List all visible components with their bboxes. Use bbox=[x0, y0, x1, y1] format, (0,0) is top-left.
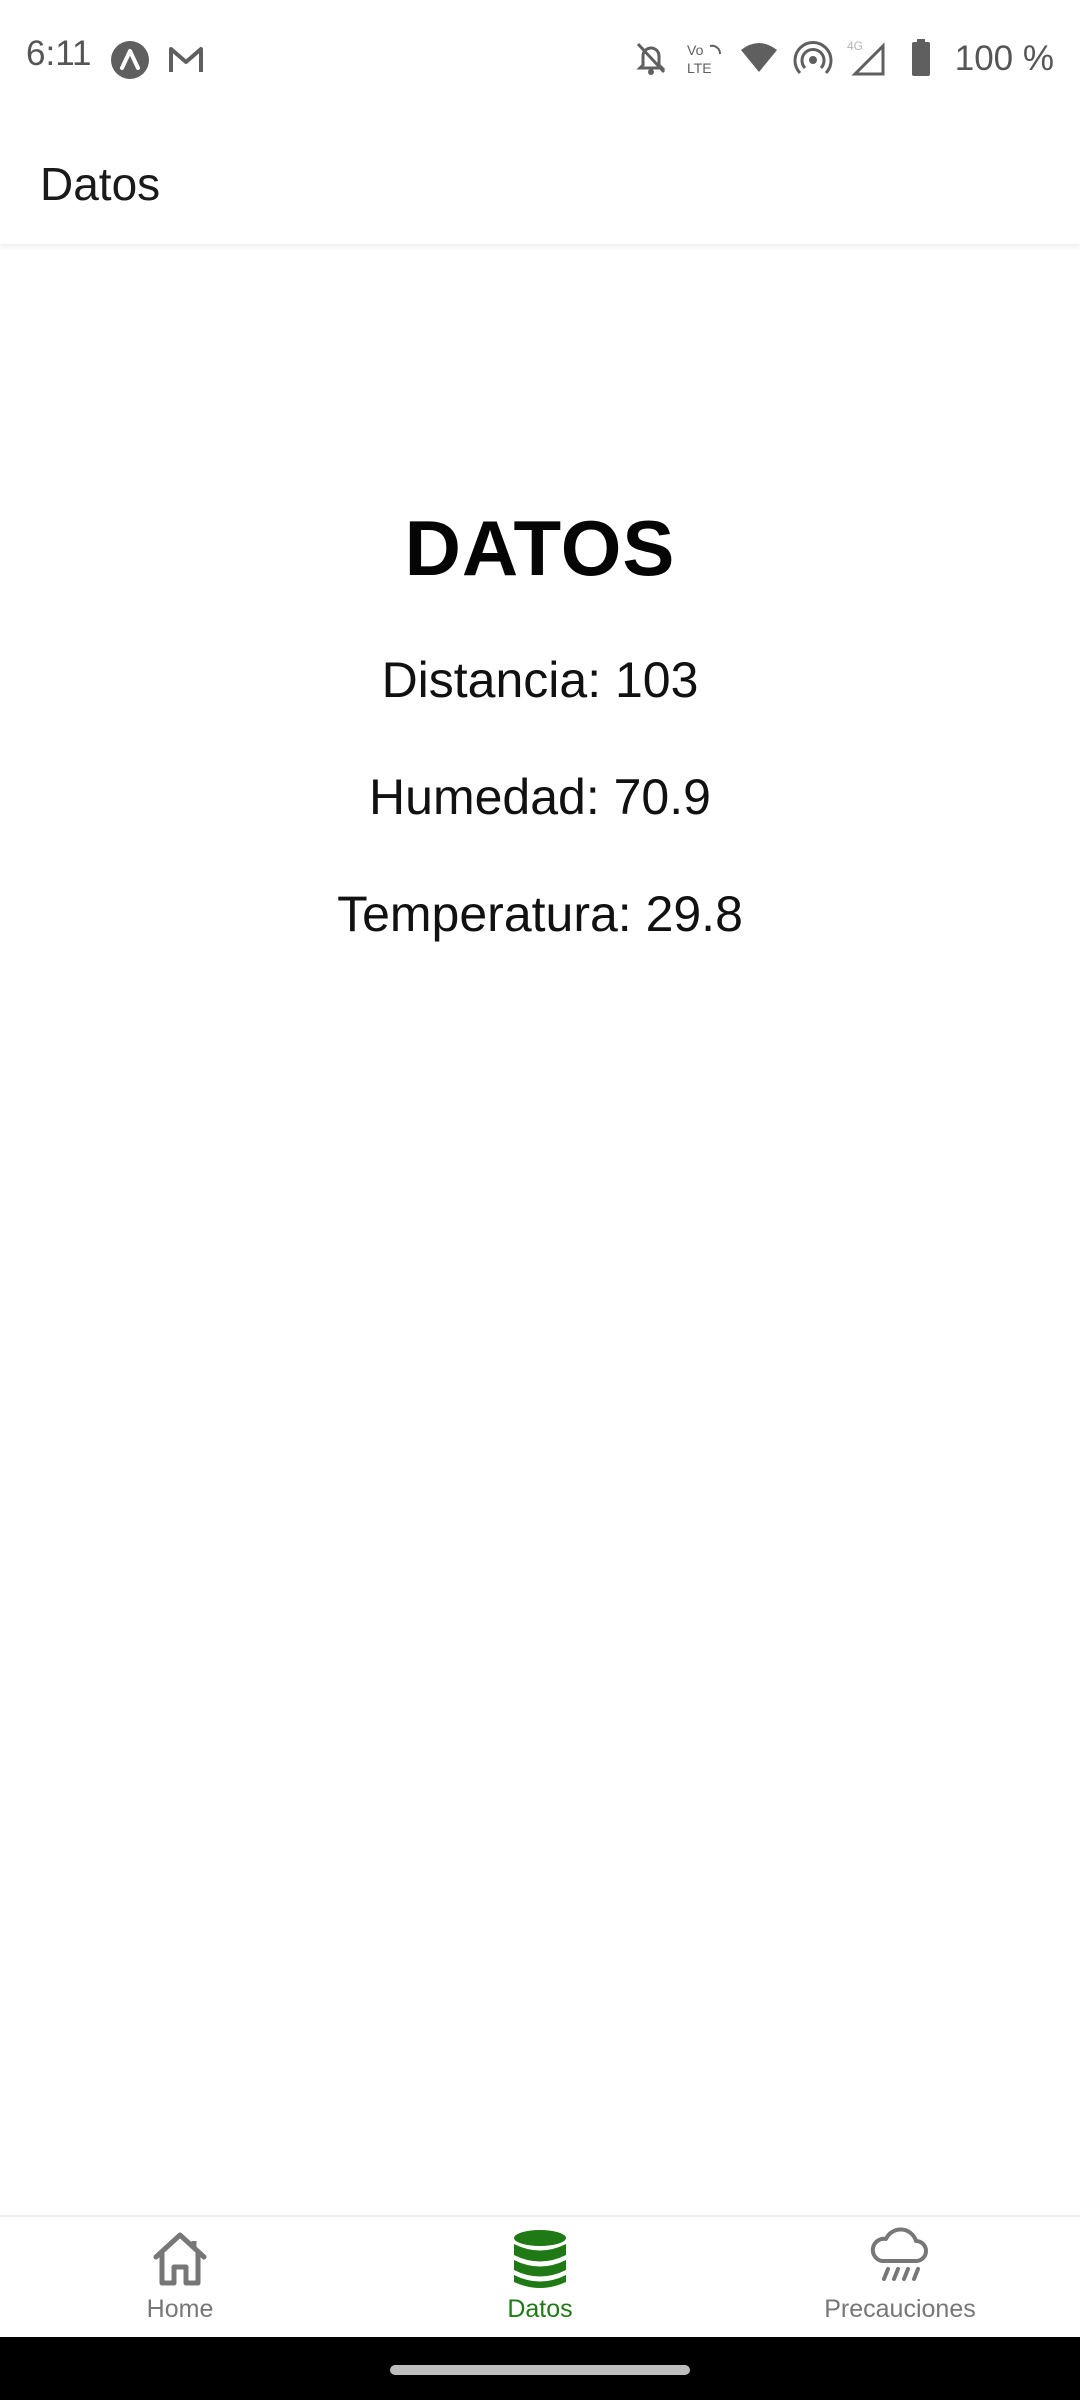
tab-home[interactable]: Home bbox=[0, 2217, 360, 2339]
android-app-icon bbox=[111, 41, 149, 79]
hotspot-icon bbox=[793, 41, 833, 75]
status-time: 6:11 bbox=[26, 34, 92, 73]
home-icon bbox=[153, 2232, 207, 2286]
bell-off-icon bbox=[636, 42, 666, 75]
battery-percent: 100 % bbox=[954, 38, 1054, 78]
humidity-reading: Humedad: 70.9 bbox=[369, 769, 711, 825]
gmail-icon bbox=[169, 47, 203, 72]
tab-precauciones-label: Precauciones bbox=[824, 2295, 976, 2323]
wifi-icon bbox=[740, 43, 777, 72]
header-title: Datos bbox=[40, 158, 161, 210]
data-title: DATOS bbox=[404, 504, 676, 592]
status-bar: 6:11 Vo LTE 4G 100 % bbox=[0, 0, 1080, 126]
temperature-reading: Temperatura: 29.8 bbox=[337, 886, 743, 942]
tab-datos[interactable]: Datos bbox=[360, 2217, 720, 2339]
signal-icon: 4G bbox=[847, 39, 885, 76]
tab-home-label: Home bbox=[146, 2295, 214, 2323]
home-gesture-handle[interactable] bbox=[390, 2365, 690, 2375]
status-left-icons bbox=[110, 40, 206, 80]
volte-icon: Vo LTE bbox=[687, 42, 721, 76]
app-screen: 6:11 Vo LTE 4G 100 % Datos DATOS Distanc… bbox=[0, 0, 1080, 2400]
distance-reading: Distancia: 103 bbox=[381, 652, 699, 708]
battery-icon bbox=[911, 39, 930, 76]
tab-precauciones[interactable]: Precauciones bbox=[720, 2217, 1080, 2339]
main-content: DATOS Distancia: 103 Humedad: 70.9 Tempe… bbox=[0, 245, 1080, 2215]
rain-cloud-icon bbox=[870, 2227, 928, 2281]
app-header: Datos bbox=[0, 126, 1080, 245]
bottom-tab-bar: Home Datos Precauciones bbox=[0, 2215, 1080, 2339]
svg-text:Vo: Vo bbox=[687, 42, 704, 58]
tab-datos-label: Datos bbox=[507, 2295, 573, 2323]
database-icon bbox=[514, 2230, 566, 2288]
system-nav-bar bbox=[0, 2337, 1080, 2400]
svg-text:4G: 4G bbox=[847, 39, 863, 53]
svg-text:LTE: LTE bbox=[687, 60, 712, 76]
status-right-icons: Vo LTE 4G 100 % bbox=[631, 38, 1054, 78]
